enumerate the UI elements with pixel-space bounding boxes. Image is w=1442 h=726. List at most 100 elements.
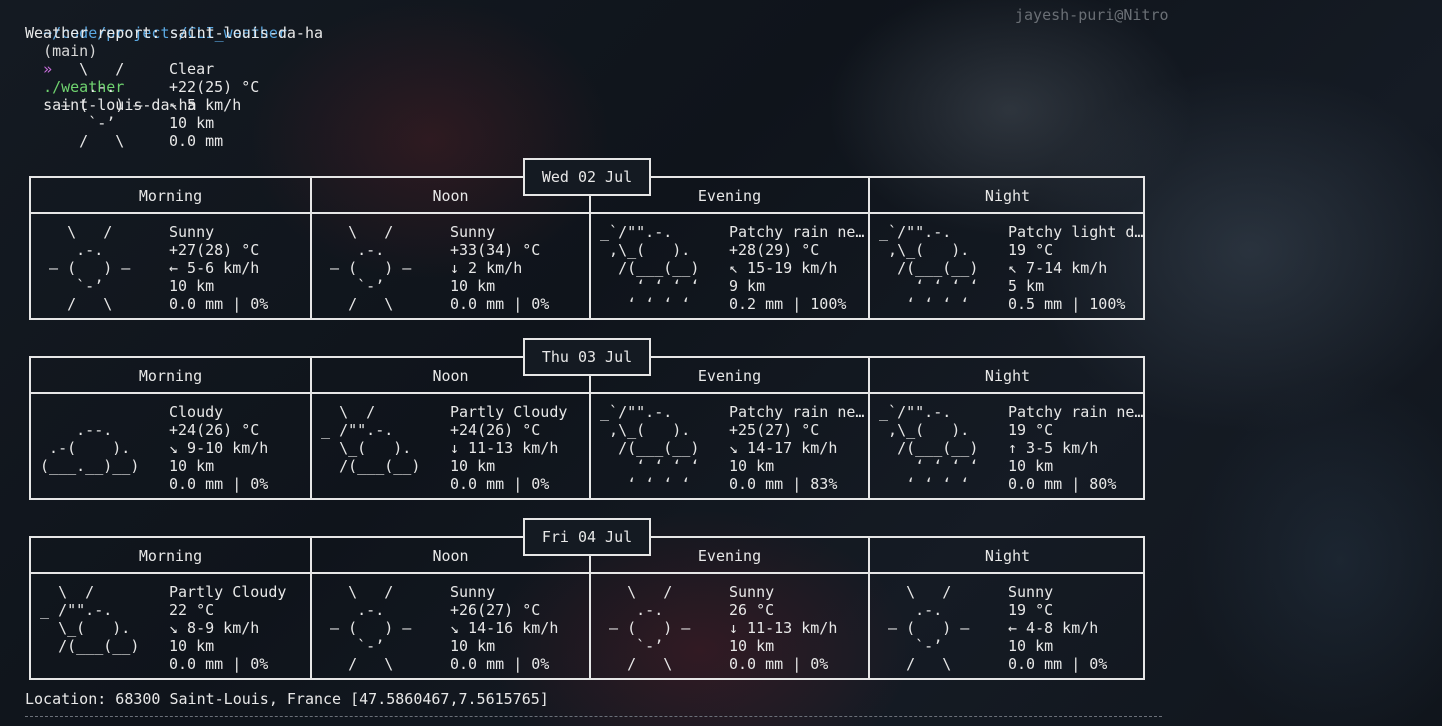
current-visibility: 10 km xyxy=(169,114,215,132)
period-header: Night xyxy=(870,178,1145,214)
period-header: Morning xyxy=(31,178,310,214)
weather-ascii-icon: \ / .-. ― ( ) ― `-’ / \ xyxy=(609,583,691,673)
period-condition: Partly Cloudy xyxy=(169,583,287,601)
weather-ascii-icon: _`/"".-. ,\_( ). /(___(__) ‘ ‘ ‘ ‘ ‘ ‘ ‘… xyxy=(600,223,700,313)
period-wind: ↓ 2 km/h xyxy=(450,259,523,277)
period-body: _`/"".-. ,\_( ). /(___(__) ‘ ‘ ‘ ‘ ‘ ‘ ‘… xyxy=(591,214,868,318)
period-evening: Evening \ / .-. ― ( ) ― `-’ / \ Sunny 26 … xyxy=(589,538,868,678)
period-noon: Noon \ / .-. ― ( ) ― `-’ / \ Sunny +33(34… xyxy=(310,178,589,318)
period-wind: ↘ 14-16 km/h xyxy=(450,619,559,637)
period-body: \ / .-. ― ( ) ― `-’ / \ Sunny +26(27) °C ↘… xyxy=(312,574,589,678)
period-precipitation: 0.0 mm | 83% xyxy=(729,475,838,493)
period-temperature: 19 °C xyxy=(1008,421,1054,439)
period-body: _`/"".-. ,\_( ). /(___(__) ‘ ‘ ‘ ‘ ‘ ‘ ‘… xyxy=(870,394,1145,498)
period-precipitation: 0.0 mm | 0% xyxy=(169,295,269,313)
weather-ascii-icon: \ / .-. ― ( ) ― `-’ / \ xyxy=(330,583,412,673)
weather-ascii-icon: \ / .-. ― ( ) ― `-’ / \ xyxy=(49,223,131,313)
period-precipitation: 0.0 mm | 80% xyxy=(1008,475,1117,493)
period-visibility: 10 km xyxy=(169,277,215,295)
period-precipitation: 0.0 mm | 0% xyxy=(450,295,550,313)
day-label: Thu 03 Jul xyxy=(523,338,651,376)
period-temperature: 19 °C xyxy=(1008,601,1054,619)
period-wind: ↘ 8-9 km/h xyxy=(169,619,260,637)
period-precipitation: 0.5 mm | 100% xyxy=(1008,295,1126,313)
period-temperature: +33(34) °C xyxy=(450,241,541,259)
period-precipitation: 0.0 mm | 0% xyxy=(169,475,269,493)
period-info: Patchy rain ne… 19 °C ↑ 3-5 km/h 10 km 0.0 m… xyxy=(1008,403,1145,493)
period-condition: Sunny xyxy=(1008,583,1054,601)
report-title: Weather report: saint-louis-da-ha xyxy=(25,24,324,42)
period-info: Cloudy +24(26) °C ↘ 9-10 km/h 10 km 0.0 mm |… xyxy=(169,403,308,493)
period-morning: Morning \ / _ /"".-. \_( ). /(___(__) Pa… xyxy=(31,538,310,678)
hostname: jayesh-puri@Nitro xyxy=(1015,6,1169,24)
period-visibility: 10 km xyxy=(169,637,215,655)
period-condition: Cloudy xyxy=(169,403,224,421)
period-temperature: +24(26) °C xyxy=(169,421,260,439)
period-wind: ↖ 7-14 km/h xyxy=(1008,259,1108,277)
weather-ascii-icon: _`/"".-. ,\_( ). /(___(__) ‘ ‘ ‘ ‘ ‘ ‘ ‘… xyxy=(600,403,700,493)
period-noon: Noon \ / .-. ― ( ) ― `-’ / \ Sunny +26(27… xyxy=(310,538,589,678)
period-condition: Sunny xyxy=(729,583,775,601)
period-body: \ / _ /"".-. \_( ). /(___(__) Partly Clo… xyxy=(312,394,589,498)
current-weather-info: Clear +22(25) °C ↖ 5 km/h 10 km 0.0 mm xyxy=(169,60,259,150)
period-body: \ / .-. ― ( ) ― `-’ / \ Sunny +27(28) °C ←… xyxy=(31,214,310,318)
period-condition: Patchy rain ne… xyxy=(729,223,865,241)
period-precipitation: 0.0 mm | 0% xyxy=(450,475,550,493)
period-visibility: 10 km xyxy=(450,277,496,295)
weather-ascii-icon: \ / .-. ― ( ) ― `-’ / \ xyxy=(330,223,412,313)
period-body: .--. .-( ). (___.__)__) Cloudy +24(26) °C… xyxy=(31,394,310,498)
period-header: Night xyxy=(870,358,1145,394)
period-visibility: 10 km xyxy=(1008,457,1054,475)
period-night: Night \ / .-. ― ( ) ― `-’ / \ Sunny 19 °C… xyxy=(868,538,1145,678)
period-precipitation: 0.0 mm | 0% xyxy=(729,655,829,673)
period-temperature: +24(26) °C xyxy=(450,421,541,439)
current-condition: Clear xyxy=(169,60,215,78)
period-condition: Sunny xyxy=(450,583,496,601)
period-condition: Sunny xyxy=(169,223,215,241)
period-evening: Evening _`/"".-. ,\_( ). /(___(__) ‘ ‘ ‘… xyxy=(589,358,868,498)
period-visibility: 10 km xyxy=(1008,637,1054,655)
period-header: Morning xyxy=(31,538,310,574)
period-visibility: 10 km xyxy=(729,457,775,475)
period-precipitation: 0.0 mm | 0% xyxy=(1008,655,1108,673)
period-wind: ↓ 11-13 km/h xyxy=(729,619,838,637)
period-info: Sunny +26(27) °C ↘ 14-16 km/h 10 km 0.0 mm |… xyxy=(450,583,589,673)
period-temperature: +25(27) °C xyxy=(729,421,820,439)
period-body: \ / .-. ― ( ) ― `-’ / \ Sunny 26 °C ↓ 11-1… xyxy=(591,574,868,678)
period-temperature: +27(28) °C xyxy=(169,241,260,259)
period-temperature: +26(27) °C xyxy=(450,601,541,619)
period-info: Sunny 19 °C ← 4-8 km/h 10 km 0.0 mm | 0% xyxy=(1008,583,1145,673)
current-wind: ↖ 5 km/h xyxy=(169,96,242,114)
day-table: Morning \ / _ /"".-. \_( ). /(___(__) Pa… xyxy=(29,536,1145,680)
day-table: Morning .--. .-( ). (___.__)__) Cloudy +2… xyxy=(29,356,1145,500)
period-night: Night _`/"".-. ,\_( ). /(___(__) ‘ ‘ ‘ ‘… xyxy=(868,178,1145,318)
day-label: Fri 04 Jul xyxy=(523,518,651,556)
period-info: Partly Cloudy +24(26) °C ↓ 11-13 km/h 10 km… xyxy=(450,403,589,493)
period-morning: Morning .--. .-( ). (___.__)__) Cloudy +2… xyxy=(31,358,310,498)
period-visibility: 10 km xyxy=(450,637,496,655)
weather-ascii-icon: _`/"".-. ,\_( ). /(___(__) ‘ ‘ ‘ ‘ ‘ ‘ ‘… xyxy=(879,403,979,493)
period-body: \ / .-. ― ( ) ― `-’ / \ Sunny +33(34) °C ↓… xyxy=(312,214,589,318)
divider xyxy=(25,716,1162,717)
current-weather-icon: \ / .-. ― ( ) ― `-’ / \ xyxy=(61,60,143,150)
period-body: \ / _ /"".-. \_( ). /(___(__) Partly Clo… xyxy=(31,574,310,678)
period-wind: ↓ 11-13 km/h xyxy=(450,439,559,457)
period-condition: Patchy rain ne… xyxy=(729,403,865,421)
period-body: \ / .-. ― ( ) ― `-’ / \ Sunny 19 °C ← 4-8 … xyxy=(870,574,1145,678)
current-precipitation: 0.0 mm xyxy=(169,132,224,150)
period-header: Morning xyxy=(31,358,310,394)
day-table: Morning \ / .-. ― ( ) ― `-’ / \ Sunny +27… xyxy=(29,176,1145,320)
period-temperature: +28(29) °C xyxy=(729,241,820,259)
period-condition: Patchy rain ne… xyxy=(1008,403,1144,421)
period-body: _`/"".-. ,\_( ). /(___(__) ‘ ‘ ‘ ‘ ‘ ‘ ‘… xyxy=(591,394,868,498)
period-evening: Evening _`/"".-. ,\_( ). /(___(__) ‘ ‘ ‘… xyxy=(589,178,868,318)
period-visibility: 10 km xyxy=(450,457,496,475)
period-morning: Morning \ / .-. ― ( ) ― `-’ / \ Sunny +27… xyxy=(31,178,310,318)
period-condition: Patchy light d… xyxy=(1008,223,1144,241)
period-temperature: 26 °C xyxy=(729,601,775,619)
period-precipitation: 0.0 mm | 0% xyxy=(450,655,550,673)
period-night: Night _`/"".-. ,\_( ). /(___(__) ‘ ‘ ‘ ‘… xyxy=(868,358,1145,498)
period-wind: ← 5-6 km/h xyxy=(169,259,260,277)
weather-ascii-icon: \ / .-. ― ( ) ― `-’ / \ xyxy=(888,583,970,673)
weather-ascii-icon: .--. .-( ). (___.__)__) xyxy=(40,421,140,475)
